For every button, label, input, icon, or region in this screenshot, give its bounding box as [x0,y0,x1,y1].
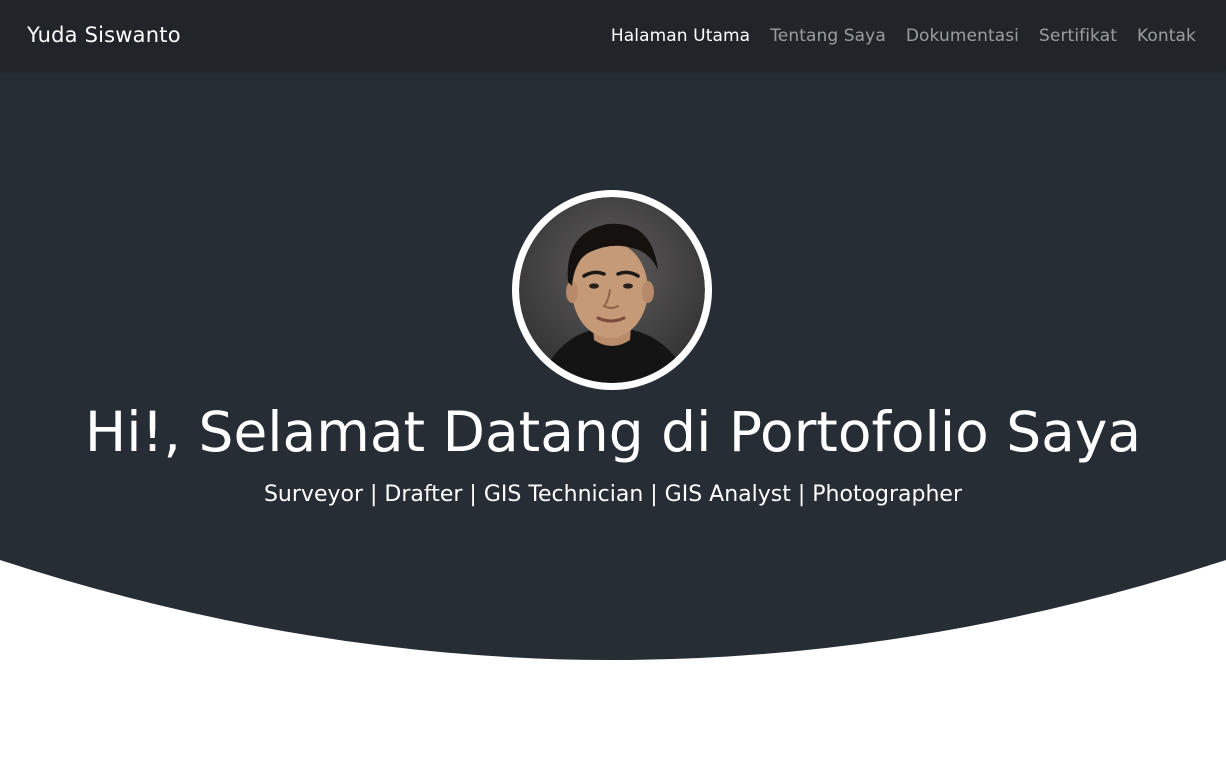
navbar: Yuda Siswanto Halaman Utama Tentang Saya… [0,0,1226,70]
nav-link-tentang-saya[interactable]: Tentang Saya [770,22,886,50]
hero-subtitle: Surveyor | Drafter | GIS Technician | GI… [263,482,963,507]
nav-item-tentang-saya: Tentang Saya [770,22,886,50]
nav-item-halaman-utama: Halaman Utama [611,22,750,50]
brand-link[interactable]: Yuda Siswanto [27,20,181,50]
nav-link-halaman-utama[interactable]: Halaman Utama [611,22,750,50]
profile-photo [512,190,712,390]
nav-link-dokumentasi[interactable]: Dokumentasi [906,22,1019,50]
nav-item-sertifikat: Sertifikat [1039,22,1117,50]
nav-link-kontak[interactable]: Kontak [1137,22,1196,50]
hero-title: Hi!, Selamat Datang di Portofolio Saya [84,400,1142,464]
nav-item-dokumentasi: Dokumentasi [906,22,1019,50]
nav-link-sertifikat[interactable]: Sertifikat [1039,22,1117,50]
nav-item-kontak: Kontak [1137,22,1196,50]
hero-section: Hi!, Selamat Datang di Portofolio Saya S… [0,0,1226,767]
nav-list: Halaman Utama Tentang Saya Dokumentasi S… [591,22,1196,50]
